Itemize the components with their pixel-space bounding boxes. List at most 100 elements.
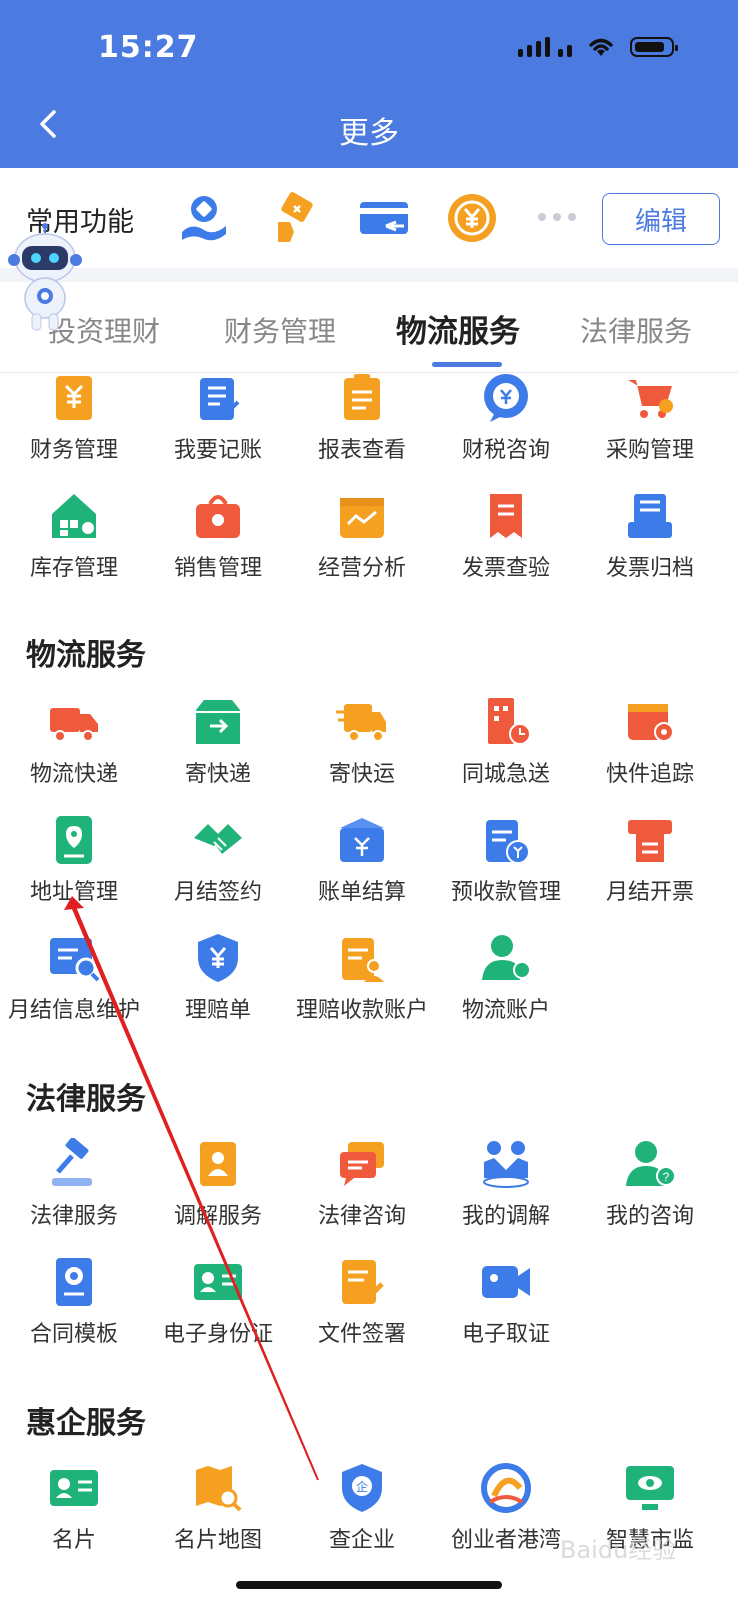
yuan-coin-icon[interactable] <box>446 192 498 244</box>
section-title-logistics: 物流服务 <box>26 638 146 673</box>
grid-item-my-consult[interactable]: ? 我的咨询 <box>576 1138 724 1230</box>
tab-logistics[interactable]: 物流服务 <box>396 306 520 351</box>
section-title-legal: 法律服务 <box>26 1082 146 1117</box>
document-pen-icon <box>342 1260 384 1304</box>
grid-item-label: 快件追踪 <box>605 762 694 787</box>
monitor-eye-icon <box>626 1466 674 1510</box>
people-meeting-icon <box>483 1141 529 1188</box>
yuan-chat-icon <box>484 374 528 422</box>
divider <box>0 268 738 282</box>
page-title: 更多 <box>339 116 399 151</box>
grid-item-label: 发票归档 <box>605 556 694 581</box>
more-dots-icon <box>538 213 576 221</box>
grid-item-address[interactable]: 地址管理 <box>0 814 148 906</box>
grid-item-sales[interactable]: 销售管理 <box>144 490 292 582</box>
card-refund-icon[interactable] <box>358 192 410 244</box>
grid-item-legal-consult[interactable]: 法律咨询 <box>288 1138 436 1230</box>
svg-text:企: 企 <box>356 1479 368 1494</box>
grid-item-file-signing[interactable]: 文件签署 <box>288 1256 436 1348</box>
grid-item-label: 财务管理 <box>29 438 118 463</box>
grid-item-logistics-account[interactable]: 物流账户 <box>432 932 580 1024</box>
grid-item-label: 账单结算 <box>317 880 406 905</box>
status-icons <box>518 36 678 58</box>
grid-item-bookkeeping[interactable]: 我要记账 <box>144 372 292 464</box>
grid-item-label: 预收款管理 <box>450 880 561 905</box>
watermark: Baidu经验 <box>560 1536 677 1564</box>
fast-truck-icon <box>336 704 386 742</box>
grid-item-bill-settlement[interactable]: 账单结算 <box>288 814 436 906</box>
grid-item-claims-account[interactable]: 理赔收款账户 <box>288 932 436 1024</box>
grid-item-same-city[interactable]: 同城急送 <box>432 696 580 788</box>
hand-service-icon[interactable] <box>178 192 230 244</box>
grid-item-tax-consult[interactable]: 财税咨询 <box>432 372 580 464</box>
grid-item-freight[interactable]: 寄快运 <box>288 696 436 788</box>
tab-legal[interactable]: 法律服务 <box>580 310 692 350</box>
grid-item-label: 物流账户 <box>461 998 550 1023</box>
grid-item-mediation[interactable]: 调解服务 <box>144 1138 292 1230</box>
grid-item-finance-management[interactable]: 财务管理 <box>0 372 148 464</box>
grid-item-monthly-invoice[interactable]: 月结开票 <box>576 814 724 906</box>
clipboard-yuan-icon <box>486 820 530 864</box>
battery-icon <box>630 37 678 57</box>
grid-item-label: 地址管理 <box>29 880 118 905</box>
notebook-person-icon <box>200 1142 236 1186</box>
grid-item-invoice-check[interactable]: 发票查验 <box>432 490 580 582</box>
tracking-wallet-icon <box>628 704 674 742</box>
warehouse-icon <box>52 494 96 538</box>
grid-item-contract-template[interactable]: 合同模板 <box>0 1256 148 1348</box>
printer-icon <box>628 820 672 862</box>
grid-item-monthly-contract[interactable]: 月结签约 <box>144 814 292 906</box>
home-indicator[interactable] <box>236 1581 502 1589</box>
edit-button[interactable]: 编辑 <box>602 193 720 245</box>
envelope-yuan-icon <box>340 818 384 862</box>
grid-item-label: 名片地图 <box>173 1528 262 1553</box>
grid-item-label: 名片 <box>51 1528 96 1553</box>
grid-item-e-evidence[interactable]: 电子取证 <box>432 1256 580 1348</box>
grid-item-label: 电子取证 <box>461 1322 550 1347</box>
grid-item-label: 财税咨询 <box>461 438 550 463</box>
svg-text:?: ? <box>663 1170 670 1184</box>
grid-item-monthly-info[interactable]: 月结信息维护 <box>0 932 148 1024</box>
grid-item-label: 我要记账 <box>173 438 262 463</box>
grid-item-e-id[interactable]: 电子身份证 <box>144 1256 292 1348</box>
grid-item-express[interactable]: 物流快递 <box>0 696 148 788</box>
grid-item-business-analysis[interactable]: 经营分析 <box>288 490 436 582</box>
grid-item-label: 合同模板 <box>29 1322 118 1347</box>
grid-item-company-lookup[interactable]: 企 查企业 <box>288 1462 436 1554</box>
grid-item-invoice-archive[interactable]: 发票归档 <box>576 490 724 582</box>
shield-yuan-icon <box>198 934 238 982</box>
grid-item-label: 报表查看 <box>317 438 406 463</box>
grid-item-business-card[interactable]: 名片 <box>0 1462 148 1554</box>
grid-item-label: 采购管理 <box>605 438 694 463</box>
grid-item-tracking[interactable]: 快件追踪 <box>576 696 724 788</box>
grid-item-label: 寄快递 <box>184 762 251 787</box>
truck-icon <box>50 708 98 742</box>
gavel-icon <box>52 1138 92 1186</box>
grid-item-label: 电子身份证 <box>162 1322 273 1347</box>
grid-item-label: 理赔收款账户 <box>295 998 428 1023</box>
grid-item-label: 同城急送 <box>461 762 550 787</box>
grid-item-my-mediation[interactable]: 我的调解 <box>432 1138 580 1230</box>
top-bar: 15:27 更多 <box>0 0 738 168</box>
robot-assistant-icon[interactable] <box>8 222 82 332</box>
grid-item-label: 经营分析 <box>317 556 406 581</box>
grid-item-inventory[interactable]: 库存管理 <box>0 490 148 582</box>
grid-item-send-express[interactable]: 寄快递 <box>144 696 292 788</box>
invoice-icon <box>490 494 522 538</box>
grid-item-reports[interactable]: 报表查看 <box>288 372 436 464</box>
grid-item-claims[interactable]: 理赔单 <box>144 932 292 1024</box>
grid-item-label: 查企业 <box>328 1528 395 1553</box>
tab-finance[interactable]: 财务管理 <box>224 310 336 350</box>
grid-item-label: 物流快递 <box>29 762 118 787</box>
grid-item-legal-service[interactable]: 法律服务 <box>0 1138 148 1230</box>
grid-item-startup-harbor[interactable]: 创业者港湾 <box>432 1462 580 1554</box>
grid-item-label: 寄快运 <box>328 762 395 787</box>
coupon-hand-icon[interactable] <box>268 192 320 244</box>
grid-item-prepayment[interactable]: 预收款管理 <box>432 814 580 906</box>
parcel-box-icon <box>196 700 240 744</box>
grid-item-purchasing[interactable]: 采购管理 <box>576 372 724 464</box>
wifi-icon <box>589 38 613 56</box>
grid-item-label: 月结开票 <box>605 880 694 905</box>
user-gear-icon <box>482 935 531 980</box>
grid-item-card-map[interactable]: 名片地图 <box>144 1462 292 1554</box>
